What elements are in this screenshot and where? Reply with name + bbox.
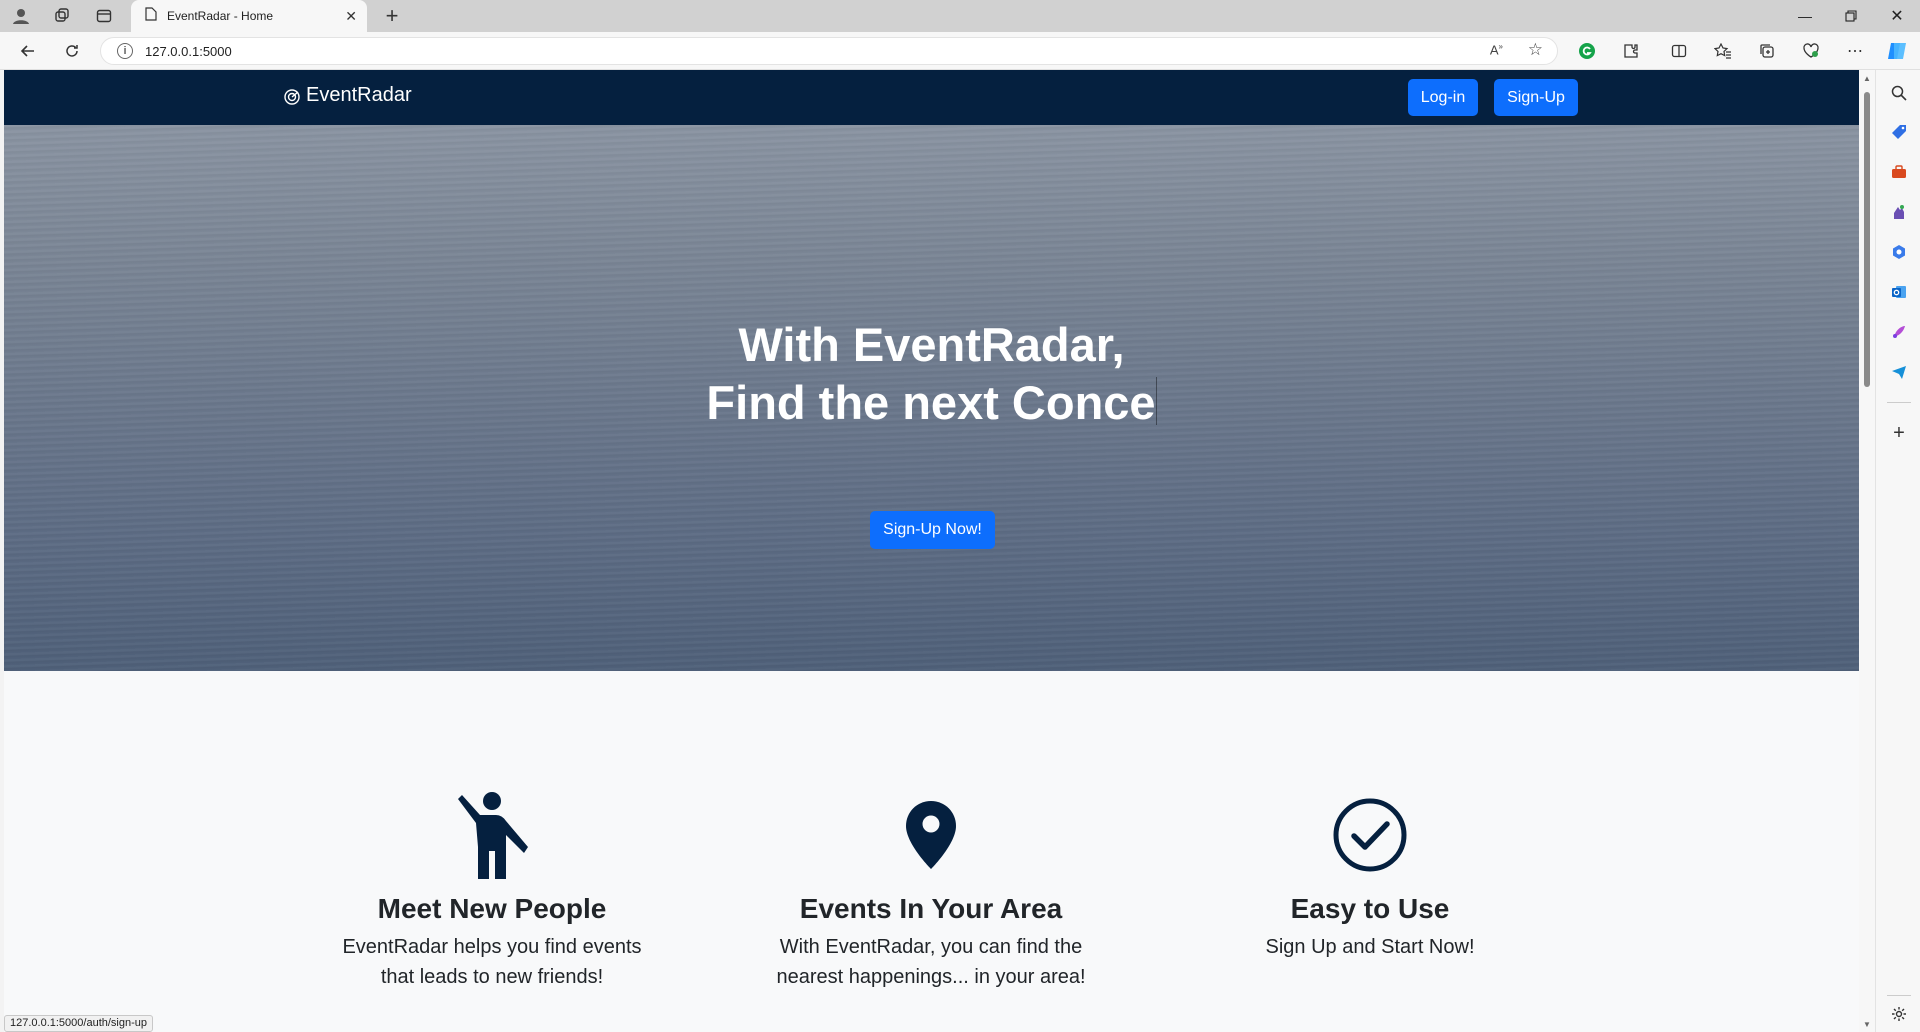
games-icon[interactable] <box>1888 201 1910 223</box>
typing-caret <box>1155 377 1157 425</box>
hero-line-2: Find the next Conce <box>4 374 1859 432</box>
scroll-down-icon[interactable]: ▼ <box>1862 1020 1872 1030</box>
scroll-thumb[interactable] <box>1864 92 1870 387</box>
designer-icon[interactable] <box>1888 321 1910 343</box>
tab-title: EventRadar - Home <box>167 9 274 23</box>
feature-events-area: Events In Your Area With EventRadar, you… <box>761 790 1101 992</box>
split-screen-icon[interactable] <box>1665 37 1693 65</box>
browser-essentials-icon[interactable] <box>1797 37 1825 65</box>
hero-line-1: With EventRadar, <box>738 318 1125 371</box>
new-tab-button[interactable]: + <box>380 0 404 32</box>
address-bar[interactable]: i 127.0.0.1:5000 A» ☆ <box>100 37 1558 65</box>
restore-icon[interactable] <box>1828 0 1874 32</box>
shopping-tag-icon[interactable] <box>1888 121 1910 143</box>
feature-text-line: Sign Up and Start Now! <box>1265 936 1475 958</box>
add-sidebar-icon[interactable]: + <box>1888 422 1910 444</box>
sidebar-divider <box>1887 995 1911 996</box>
hero-section: With EventRadar, Find the next Conce Sig… <box>4 125 1859 671</box>
back-icon[interactable] <box>14 37 42 65</box>
microsoft365-icon[interactable] <box>1888 241 1910 263</box>
location-pin-icon <box>761 790 1101 880</box>
feature-title: Easy to Use <box>1290 893 1450 924</box>
profile-icon[interactable] <box>3 0 39 32</box>
feature-text-line: With EventRadar, you can find the <box>779 936 1083 958</box>
collections-icon[interactable] <box>1753 37 1781 65</box>
feature-text-line: nearest happenings... in your area! <box>776 966 1086 988</box>
sidebar-divider <box>1887 402 1911 403</box>
feature-text: With EventRadar, you can find the neares… <box>761 932 1101 992</box>
minimize-icon[interactable]: — <box>1782 0 1828 32</box>
tab-eventradar-home[interactable]: EventRadar - Home ✕ <box>131 0 367 32</box>
workspaces-icon[interactable] <box>44 0 80 32</box>
feature-easy-use: Easy to Use Sign Up and Start Now! <box>1200 790 1540 962</box>
signup-button[interactable]: Sign-Up <box>1494 79 1578 116</box>
login-button[interactable]: Log-in <box>1408 79 1478 116</box>
feature-title: Meet New People <box>377 893 607 924</box>
site-info-icon[interactable]: i <box>117 43 133 59</box>
scroll-up-icon[interactable]: ▲ <box>1862 74 1872 84</box>
hero-signup-button[interactable]: Sign-Up Now! <box>870 511 995 549</box>
tab-strip: EventRadar - Home ✕ + — ✕ <box>0 0 1920 32</box>
brand-name: EventRadar <box>306 84 412 106</box>
edge-sidebar: + <box>1875 70 1920 1032</box>
copilot-icon[interactable] <box>1883 37 1911 65</box>
feature-text-line: that leads to new friends! <box>380 966 604 988</box>
close-window-icon[interactable]: ✕ <box>1874 0 1920 32</box>
sidebar-settings-icon[interactable] <box>1888 1003 1910 1025</box>
check-circle-icon <box>1200 790 1540 880</box>
feature-meet-people: Meet New People EventRadar helps you fin… <box>322 790 662 992</box>
close-tab-icon[interactable]: ✕ <box>345 8 357 25</box>
site-navbar: EventRadar Log-in Sign-Up <box>4 70 1859 125</box>
favorite-star-icon[interactable]: ☆ <box>1528 40 1543 60</box>
url-text: 127.0.0.1:5000 <box>145 43 232 59</box>
grammarly-icon[interactable] <box>1573 37 1601 65</box>
feature-text-line: EventRadar helps you find events <box>342 936 642 958</box>
tools-briefcase-icon[interactable] <box>1888 161 1910 183</box>
person-waving-icon <box>322 790 662 880</box>
more-options-icon[interactable]: ⋯ <box>1841 37 1869 65</box>
hero-line-2-text: Find the next Conce <box>706 376 1156 429</box>
send-icon[interactable] <box>1888 361 1910 383</box>
tab-actions-icon[interactable] <box>86 0 122 32</box>
radar-icon <box>284 89 300 105</box>
feature-text: EventRadar helps you find events that le… <box>322 932 662 992</box>
hero-title: With EventRadar, Find the next Conce <box>4 316 1859 432</box>
status-bar-url: 127.0.0.1:5000/auth/sign-up <box>4 1015 154 1032</box>
brand-link[interactable]: EventRadar <box>284 84 412 107</box>
feature-title: Events In Your Area <box>799 893 1063 924</box>
page-viewport: EventRadar Log-in Sign-Up With EventRada… <box>4 70 1859 1032</box>
read-aloud-icon[interactable]: A» <box>1490 42 1503 57</box>
browser-toolbar: i 127.0.0.1:5000 A» ☆ ⋯ <box>0 32 1920 70</box>
page-icon <box>145 6 157 26</box>
favorites-icon[interactable] <box>1709 37 1737 65</box>
search-icon[interactable] <box>1888 82 1910 104</box>
feature-text: Sign Up and Start Now! <box>1200 932 1540 962</box>
page-scrollbar[interactable]: ▲ ▼ <box>1859 70 1875 1032</box>
reload-icon[interactable] <box>58 37 86 65</box>
outlook-icon[interactable] <box>1888 281 1910 303</box>
extensions-icon[interactable] <box>1617 37 1645 65</box>
